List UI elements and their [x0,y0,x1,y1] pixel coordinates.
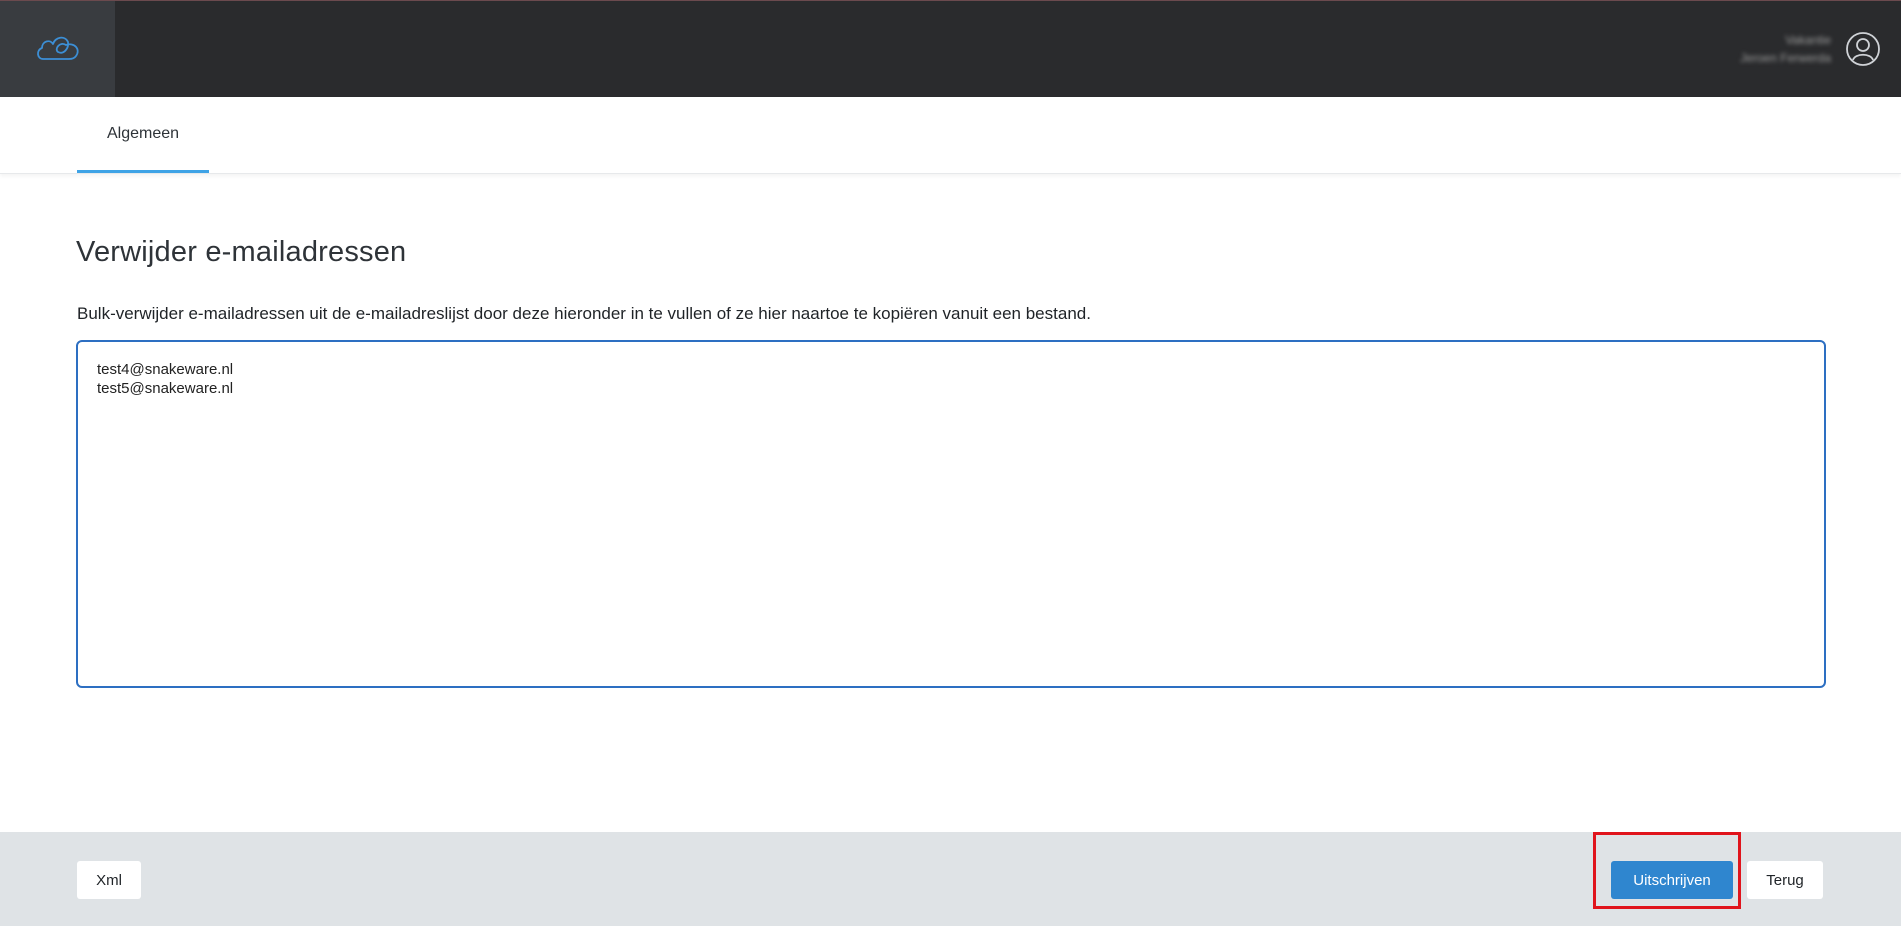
user-organisation: Jeroen Ferwerda [1740,51,1831,65]
page-title: Verwijder e-mailadressen [76,236,407,268]
page-description: Bulk-verwijder e-mailadressen uit de e-m… [77,304,1091,323]
top-bar: Vakantie Jeroen Ferwerda [0,0,1901,97]
unsubscribe-button[interactable]: Uitschrijven [1611,861,1733,899]
xml-button[interactable]: Xml [77,861,141,899]
footer-toolbar: Xml Uitschrijven Terug [0,832,1901,926]
email-addresses-textarea[interactable]: test4@snakeware.nl test5@snakeware.nl [76,340,1826,688]
user-circle-icon[interactable] [1845,31,1881,67]
tab-bar: Algemeen [0,97,1901,174]
user-name: Vakantie [1785,33,1831,47]
logo-button[interactable] [0,1,115,97]
user-info: Vakantie Jeroen Ferwerda [1740,33,1831,65]
back-button[interactable]: Terug [1747,861,1823,899]
tab-algemeen[interactable]: Algemeen [77,97,209,173]
user-menu[interactable]: Vakantie Jeroen Ferwerda [1740,27,1881,71]
cloud-icon [36,36,79,60]
